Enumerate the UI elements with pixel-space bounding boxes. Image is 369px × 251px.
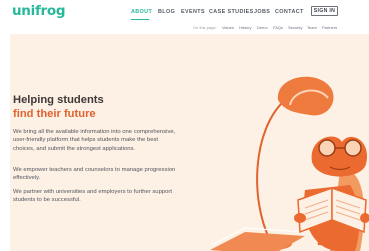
nav-contact[interactable]: CONTACT [275,9,304,15]
hero-paragraph-platform: We bring all the available information i… [13,129,176,152]
subnav-demo[interactable]: Demo [257,25,268,30]
subnav-partners[interactable]: Partners [322,25,337,30]
on-this-page-nav: On this page: Values History Demo FAQs S… [0,25,369,31]
sign-in-button[interactable]: SIGN IN [311,6,338,16]
hero-paragraph-partners: We partner with universities and employe… [13,189,173,204]
subnav-security[interactable]: Security [288,25,302,30]
hero-title: Helping students find their future [13,94,104,121]
subnav-team[interactable]: Team [307,25,317,30]
on-this-page-label: On this page: [193,25,217,30]
active-nav-indicator [131,19,149,20]
hero-section: Helping students find their future We br… [10,34,369,251]
nav-blog[interactable]: BLOG [158,9,175,15]
book-stack [210,232,305,251]
hero-title-line2: find their future [13,107,96,120]
hero-paragraph-teachers: We empower teachers and counselors to ma… [13,167,176,182]
frog-reading-under-lamp-illustration [210,76,369,251]
nav-about[interactable]: ABOUT [131,9,152,15]
hero-title-line1: Helping students [13,94,104,106]
lamp-pole [256,99,286,241]
nav-jobs[interactable]: JOBS [254,9,270,15]
subnav-faqs[interactable]: FAQs [273,25,283,30]
nav-case-studies[interactable]: CASE STUDIES [209,9,254,15]
nav-events[interactable]: EVENTS [181,9,205,15]
subnav-values[interactable]: Values [222,25,234,30]
subnav-history[interactable]: History [239,25,251,30]
